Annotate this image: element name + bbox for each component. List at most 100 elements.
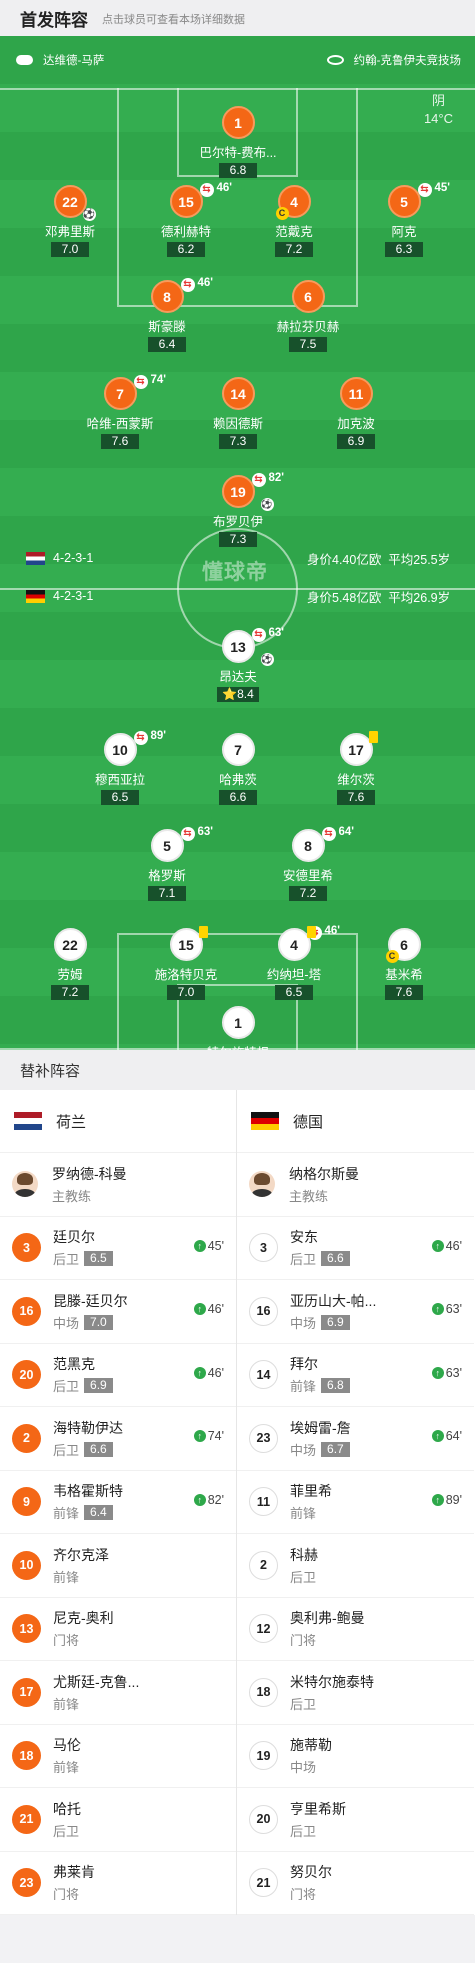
away-player[interactable]: 5 ⇆ 63' 格罗斯 7.1 [107,826,227,902]
substitution-minute: 82' [268,472,285,484]
sub-player-row[interactable]: 2 科赫 后卫 [237,1534,474,1598]
home-player[interactable]: 14 赖因德斯 7.3 [178,377,298,450]
player-rating: ⭐8.4 [217,687,259,702]
sub-player-row[interactable]: 19 施蒂勒 中场 [237,1725,474,1788]
sub-player-number: 16 [12,1296,41,1326]
sub-player-number: 13 [12,1614,41,1644]
away-coach-row[interactable]: 纳格尔斯曼 主教练 [237,1153,474,1217]
sub-player-number: 18 [12,1741,41,1771]
captain-icon: C [275,207,289,220]
sub-player-row[interactable]: 14 拜尔 前锋 6.8 ↑ 63' [237,1344,474,1407]
substitution-icon: ⇆ [251,628,266,642]
home-coach-row[interactable]: 罗纳德-科曼 主教练 [0,1153,236,1217]
away-player[interactable]: 15 施洛特贝克 7.0 [126,926,246,1001]
sub-in-arrow-icon: ↑ [193,1303,206,1315]
player-number: 10 ⇆ 89' [103,730,166,766]
sub-player-position: 门将 [290,1887,317,1903]
sub-player-row[interactable]: 2 海特勒伊达 后卫 6.6 ↑ 74' [0,1407,236,1471]
sub-player-row[interactable]: 21 哈托 后卫 [0,1788,236,1852]
sub-player-row[interactable]: 23 弗莱肯 门将 [0,1852,236,1915]
home-player[interactable]: 7 ⇆ 74' 哈维-西蒙斯 7.6 [60,374,180,450]
sub-player-number: 23 [12,1868,41,1898]
away-player[interactable]: 10 ⇆ 89' 穆西亚拉 6.5 [60,730,180,806]
weather: 阴 14°C [424,92,453,128]
home-player[interactable]: 15 ⇆ 46' 德利赫特 6.2 [126,182,246,258]
sub-player-name: 弗莱肯 [53,1864,95,1881]
away-player[interactable]: 7 哈弗茨 6.6 [178,733,298,806]
sub-player-number: 21 [12,1804,41,1834]
sub-player-row[interactable]: 18 米特尔施泰特 后卫 [237,1661,474,1725]
player-number: 11 [339,377,373,410]
player-rating: 6.4 [148,337,186,352]
sub-in-time: ↑ 63' [431,1302,462,1316]
sub-player-row[interactable]: 9 韦格霍斯特 前锋 6.4 ↑ 82' [0,1471,236,1534]
sub-player-row[interactable]: 12 奥利弗-鲍曼 门将 [237,1598,474,1661]
away-player[interactable]: 4⇆46' 约纳坦-塔 6.5 [234,925,354,1001]
sub-player-number: 20 [12,1360,41,1390]
substitution-icon: ⇆ [251,473,266,487]
sub-player-row[interactable]: 3 廷贝尔 后卫 6.5 ↑ 45' [0,1217,236,1280]
sub-player-row[interactable]: 18 马伦 前锋 [0,1725,236,1788]
home-player[interactable]: 6 赫拉芬贝赫 7.5 [248,280,368,353]
sub-player-row[interactable]: 16 亚历山大-帕... 中场 6.9 ↑ 63' [237,1280,474,1344]
subs-header: 替补阵容 [0,1050,475,1090]
home-player[interactable]: 1 巴尔特-费布... 6.8 [178,106,298,179]
sub-player-row[interactable]: 23 埃姆雷-詹 中场 6.7 ↑ 64' [237,1407,474,1471]
player-name: 基米希 [385,968,423,982]
coach-avatar [12,1171,38,1198]
player-rating: 6.9 [337,434,375,449]
sub-player-rating: 6.9 [84,1378,113,1394]
away-player[interactable]: 8 ⇆ 64' 安德里希 7.2 [248,826,368,902]
sub-player-name: 努贝尔 [290,1864,332,1881]
substitution-icon: ⇆ [199,183,214,197]
sub-player-rating: 6.5 [84,1251,113,1267]
sub-player-number: 18 [249,1677,278,1707]
sub-player-row[interactable]: 20 范黑克 后卫 6.9 ↑ 46' [0,1344,236,1407]
away-player[interactable]: 22 劳姆 7.2 [10,928,130,1001]
player-number: 4C [275,185,311,220]
sub-player-number: 17 [12,1677,41,1707]
sub-player-row[interactable]: 11 菲里希 前锋 ↑ 89' [237,1471,474,1534]
weather-condition: 阴 [431,93,445,108]
sub-player-number: 9 [12,1487,41,1517]
home-player[interactable]: 19 ⇆ 82' ⚽ 布罗贝伊 7.3 [178,472,298,548]
substitution-minute: 46' [324,925,341,937]
home-player[interactable]: 5 ⇆ 45' 阿克 6.3 [344,182,464,258]
sub-in-arrow-icon: ↑ [193,1366,206,1379]
player-number: 15 [169,926,208,961]
sub-player-name: 尤斯廷-克鲁... [53,1673,140,1690]
sub-in-arrow-icon: ↑ [431,1366,444,1379]
netherlands-flag-icon [26,551,45,565]
away-player[interactable]: 13 ⇆ 63' ⚽ 昂达夫 ⭐8.4 [178,627,298,703]
player-name: 哈维-西蒙斯 [86,417,154,431]
sub-player-row[interactable]: 16 昆滕-廷贝尔 中场 7.0 ↑ 46' [0,1280,236,1344]
substitution-minute: 64' [338,826,355,838]
sub-player-row[interactable]: 10 齐尔克泽 前锋 [0,1534,236,1598]
away-player[interactable]: 6 C 基米希 7.6 [344,928,464,1001]
player-number: 1 [221,106,255,139]
home-player[interactable]: 4 C 范戴克 7.2 [234,185,354,258]
germany-flag-icon [251,1112,279,1130]
sub-player-rating: 7.0 [84,1314,113,1330]
away-value: 身价5.48亿欧 平均26.9岁 [307,590,451,605]
player-name: 昂达夫 [219,670,257,684]
goal-icon: ⚽ [82,208,96,221]
player-rating: 7.6 [101,434,139,449]
sub-player-row[interactable]: 3 安东 后卫 6.6 ↑ 46' [237,1217,474,1280]
sub-player-row[interactable]: 21 努贝尔 门将 [237,1852,474,1915]
home-player[interactable]: 11 加克波 6.9 [296,377,416,450]
player-name: 加克波 [337,417,375,431]
sub-player-row[interactable]: 17 尤斯廷-克鲁... 前锋 [0,1661,236,1725]
away-player[interactable]: 1特尔施特根6.7 [178,1006,298,1050]
home-formation: 4-2-3-1 [53,551,94,565]
player-rating: 6.2 [167,242,205,257]
home-player[interactable]: 8 ⇆ 46' 斯豪滕 6.4 [107,277,227,353]
away-player[interactable]: 17 维尔茨 7.6 [296,731,416,806]
player-rating: 7.6 [337,790,375,805]
sub-player-number: 14 [249,1360,278,1390]
sub-player-row[interactable]: 13 尼克-奥利 门将 [0,1598,236,1661]
home-player[interactable]: 22 ⚽ 邓弗里斯 7.0 [10,185,130,258]
substitution-icon: ⇆ [133,731,148,745]
sub-player-position: 前锋 [53,1696,80,1712]
sub-player-row[interactable]: 20 亨里希斯 后卫 [237,1788,474,1852]
